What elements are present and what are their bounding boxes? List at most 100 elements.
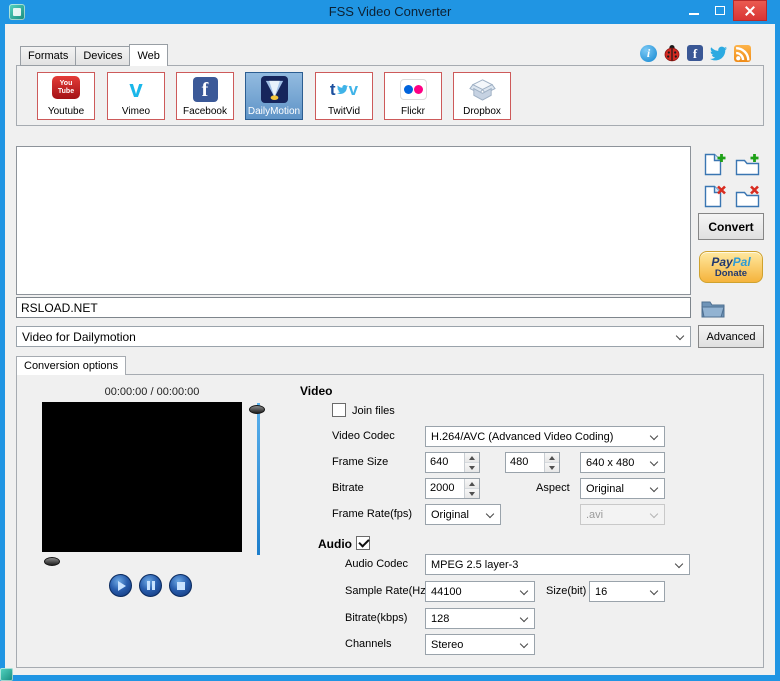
channels-label: Channels <box>345 638 392 650</box>
size-bit-select[interactable]: 16 <box>589 581 665 602</box>
dropbox-icon <box>468 76 496 103</box>
social-links: i f <box>640 44 751 62</box>
seek-slider-track[interactable] <box>257 403 260 555</box>
convert-button[interactable]: Convert <box>698 213 764 240</box>
output-filename-input[interactable] <box>16 297 691 318</box>
service-label: Vimeo <box>121 106 151 117</box>
video-bitrate-spinner[interactable]: 2000 <box>425 478 480 499</box>
audio-codec-label: Audio Codec <box>345 558 408 570</box>
profile-select[interactable]: Video for Dailymotion <box>16 326 691 347</box>
chevron-down-icon <box>649 483 659 493</box>
flickr-icon <box>399 76 427 103</box>
chevron-down-icon <box>649 457 659 467</box>
play-button[interactable] <box>109 574 132 597</box>
file-list[interactable] <box>16 146 691 295</box>
service-button-dailymotion[interactable]: DailyMotion <box>245 72 303 120</box>
sample-rate-select[interactable]: 44100 <box>425 581 535 602</box>
service-button-youtube[interactable]: You Tube Youtube <box>37 72 95 120</box>
spin-down-icon[interactable] <box>465 489 479 498</box>
frame-preset-value: 640 x 480 <box>586 456 635 469</box>
video-codec-select[interactable]: H.264/AVC (Advanced Video Coding) <box>425 426 665 447</box>
tab-web[interactable]: Web <box>129 44 168 66</box>
frame-preset-select[interactable]: 640 x 480 <box>580 452 665 473</box>
preview-time: 00:00:00 / 00:00:00 <box>104 386 200 398</box>
frame-width-value: 640 <box>430 456 449 468</box>
service-button-dropbox[interactable]: Dropbox <box>453 72 511 120</box>
frame-height-spinner[interactable]: 480 <box>505 452 560 473</box>
channels-select[interactable]: Stereo <box>425 634 535 655</box>
facebook-link-icon[interactable]: f <box>687 45 703 61</box>
window-title: FSS Video Converter <box>328 4 452 19</box>
service-button-vimeo[interactable]: v Vimeo <box>107 72 165 120</box>
size-bit-value: 16 <box>595 585 608 598</box>
rss-icon[interactable] <box>734 44 751 62</box>
twitvid-icon: t v <box>329 79 359 99</box>
frame-rate-select[interactable]: Original <box>425 504 501 525</box>
pause-icon <box>146 581 155 590</box>
audio-codec-select[interactable]: MPEG 2.5 layer-3 <box>425 554 690 575</box>
stop-button[interactable] <box>169 574 192 597</box>
paypal-donate-button[interactable]: PayPal Donate <box>699 251 763 283</box>
service-label: Flickr <box>401 106 425 117</box>
add-file-button[interactable] <box>701 151 728 178</box>
info-icon[interactable]: i <box>640 44 657 62</box>
service-label: Dropbox <box>463 106 501 117</box>
chevron-down-icon <box>519 613 529 623</box>
browse-output-folder-button[interactable] <box>700 295 726 321</box>
tab-devices[interactable]: Devices <box>75 46 131 66</box>
position-slider-knob[interactable] <box>44 557 60 566</box>
spin-up-icon[interactable] <box>465 479 479 489</box>
spin-down-icon[interactable] <box>465 463 479 472</box>
facebook-icon: f <box>192 76 218 103</box>
remove-file-button[interactable] <box>701 183 728 210</box>
service-button-twitvid[interactable]: t v TwitVid <box>315 72 373 120</box>
minimize-button[interactable] <box>681 0 706 21</box>
video-codec-label: Video Codec <box>332 430 395 442</box>
seek-slider-knob[interactable] <box>249 405 265 414</box>
service-label: Facebook <box>183 106 227 117</box>
audio-bitrate-value: 128 <box>431 612 450 625</box>
maximize-button[interactable] <box>707 0 732 21</box>
spin-up-icon[interactable] <box>545 453 559 463</box>
frame-rate-label: Frame Rate(fps) <box>332 508 413 520</box>
advanced-button[interactable]: Advanced <box>698 325 764 348</box>
add-folder-button[interactable] <box>734 151 761 178</box>
profile-value: Video for Dailymotion <box>22 329 136 344</box>
audio-enabled-checkbox[interactable] <box>356 536 370 550</box>
ladybug-icon[interactable] <box>663 44 681 62</box>
audio-codec-value: MPEG 2.5 layer-3 <box>431 558 519 571</box>
frame-height-value: 480 <box>510 456 529 468</box>
remove-folder-button[interactable] <box>734 183 761 210</box>
chevron-down-icon <box>649 509 659 519</box>
tab-formats[interactable]: Formats <box>20 46 77 66</box>
service-button-flickr[interactable]: Flickr <box>384 72 442 120</box>
tab-conversion-options[interactable]: Conversion options <box>16 356 127 375</box>
spinner-buttons <box>464 479 479 498</box>
pause-button[interactable] <box>139 574 162 597</box>
chevron-down-icon <box>519 586 529 596</box>
dailymotion-icon <box>260 76 288 103</box>
video-bitrate-label: Bitrate <box>332 482 364 494</box>
maximize-icon <box>714 6 725 15</box>
service-button-facebook[interactable]: f Facebook <box>176 72 234 120</box>
chevron-down-icon <box>485 509 495 519</box>
aspect-select[interactable]: Original <box>580 478 665 499</box>
twitter-link-icon[interactable] <box>709 45 728 62</box>
video-codec-value: H.264/AVC (Advanced Video Coding) <box>431 430 614 443</box>
close-button[interactable] <box>733 0 767 21</box>
youtube-icon-text: You <box>59 79 73 87</box>
video-section-header: Video <box>300 384 333 398</box>
background-app-icon <box>0 668 13 681</box>
spinner-buttons <box>544 453 559 472</box>
service-label: Youtube <box>47 106 85 117</box>
container-value: .avi <box>586 508 604 521</box>
spin-up-icon[interactable] <box>465 453 479 463</box>
join-files-checkbox[interactable] <box>332 403 346 417</box>
titlebar[interactable]: FSS Video Converter <box>0 0 780 24</box>
audio-bitrate-select[interactable]: 128 <box>425 608 535 629</box>
frame-width-spinner[interactable]: 640 <box>425 452 480 473</box>
join-files-label: Join files <box>352 405 395 417</box>
sample-rate-label: Sample Rate(Hz) <box>345 585 430 597</box>
spin-down-icon[interactable] <box>545 463 559 472</box>
chevron-down-icon <box>675 331 685 341</box>
